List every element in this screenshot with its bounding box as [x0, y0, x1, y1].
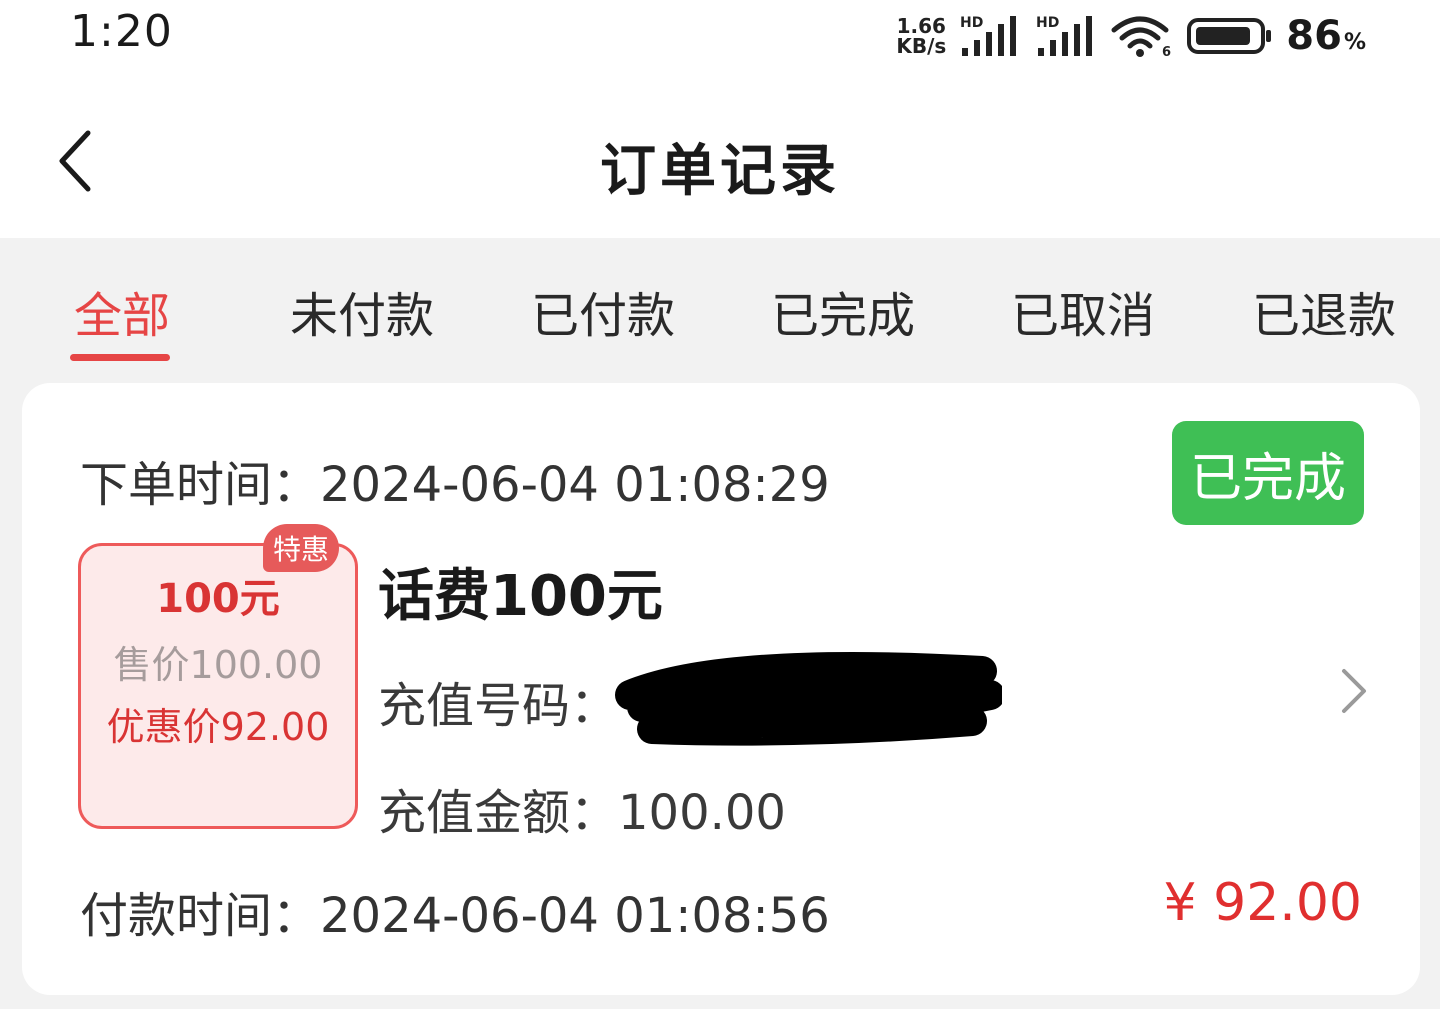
recharge-amount-value: 100.00: [618, 785, 786, 841]
thumb-sale-price: 售价100.00: [113, 643, 323, 687]
thumb-amount: 100元: [156, 576, 280, 622]
redaction-scribble: [615, 651, 1002, 746]
nav-header: 订单记录: [0, 80, 1440, 238]
order-card[interactable]: 下单时间：2024-06-04 01:08:29 已完成 特惠 100元 售价1…: [22, 383, 1420, 995]
product-title: 话费100元: [378, 564, 663, 629]
product-thumbnail: 特惠 100元 售价100.00 优惠价92.00: [78, 524, 358, 829]
thumb-discount-price: 优惠价92.00: [106, 705, 330, 749]
tab-unpaid[interactable]: 未付款: [290, 276, 434, 346]
special-offer-badge: 特惠: [262, 524, 339, 572]
battery-percent-symbol: %: [1343, 30, 1366, 55]
signal-1-hd-label: HD: [960, 15, 983, 31]
tab-completed[interactable]: 已完成: [771, 276, 915, 346]
pay-time-value: 2024-06-04 01:08:56: [320, 888, 830, 944]
chevron-right-icon: [1342, 669, 1366, 713]
network-speed: 1.66 KB/s: [896, 16, 946, 56]
status-time: 1:20: [70, 6, 173, 57]
wifi-icon: 6: [1110, 14, 1174, 58]
cellular-signal-1-icon: HD: [958, 14, 1022, 58]
battery-percentage: 86 %: [1286, 13, 1366, 59]
tab-paid[interactable]: 已付款: [531, 276, 675, 346]
network-speed-value: 1.66: [896, 14, 946, 38]
order-detail-arrow[interactable]: [1334, 665, 1374, 717]
tab-cancelled[interactable]: 已取消: [1011, 276, 1155, 346]
battery-icon: [1186, 14, 1274, 58]
recharge-number-row: 充值号码：: [378, 666, 618, 736]
network-speed-unit: KB/s: [896, 34, 947, 58]
cellular-signal-2-icon: HD: [1034, 14, 1098, 58]
tab-refunded[interactable]: 已退款: [1252, 276, 1396, 346]
recharge-number-label: 充值号码：: [378, 678, 619, 734]
order-time-label: 下单时间：: [80, 457, 321, 513]
pay-time-row: 付款时间：2024-06-04 01:08:56: [80, 876, 830, 946]
page-title: 订单记录: [600, 139, 840, 204]
order-status-tabs: 全部 未付款 已付款 已完成 已取消 已退款: [0, 238, 1440, 378]
battery-percent-value: 86: [1286, 13, 1342, 59]
pay-amount: ¥ 92.00: [1163, 873, 1362, 933]
recharge-amount-row: 充值金额：100.00: [378, 773, 786, 843]
pay-time-label: 付款时间：: [80, 888, 321, 944]
status-icons: 1.66 KB/s HD HD 6 86 %: [896, 8, 1366, 64]
status-badge: 已完成: [1172, 421, 1364, 525]
order-time-row: 下单时间：2024-06-04 01:08:29: [80, 445, 830, 515]
signal-2-hd-label: HD: [1036, 15, 1059, 31]
tab-all[interactable]: 全部: [74, 276, 170, 346]
order-time-value: 2024-06-04 01:08:29: [320, 457, 830, 513]
status-bar: 1:20 1.66 KB/s HD HD 6 86 %: [0, 0, 1440, 80]
recharge-amount-label: 充值金额：: [378, 785, 619, 841]
active-tab-indicator: [70, 354, 170, 361]
wifi-version-label: 6: [1162, 45, 1171, 58]
